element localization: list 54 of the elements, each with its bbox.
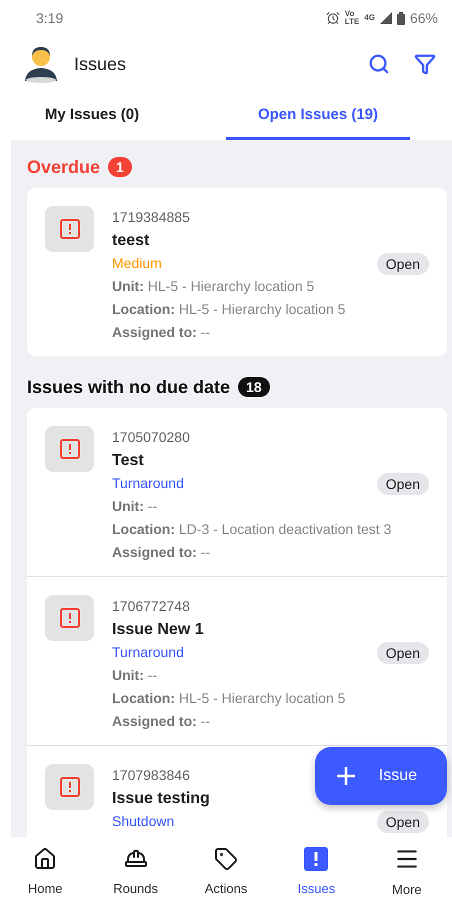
status-badge: Open bbox=[376, 472, 429, 494]
tag-icon bbox=[214, 846, 238, 870]
issue-title: teest bbox=[112, 231, 150, 251]
nav-item[interactable]: More bbox=[362, 837, 452, 905]
count-badge: 1 bbox=[108, 157, 132, 177]
issue-category: Turnaround bbox=[112, 474, 184, 493]
nav-item[interactable]: Issues bbox=[271, 837, 362, 905]
issue-detail: Unit: -- bbox=[112, 666, 158, 685]
signal-icon bbox=[380, 12, 392, 24]
issue-detail: Location: HL-5 - Hierarchy location 5 bbox=[112, 300, 346, 319]
status-time: 3:19 bbox=[36, 10, 64, 26]
issue-detail: Unit: HL-5 - Hierarchy location 5 bbox=[112, 277, 314, 296]
issue-detail: Location: LD-3 - Location deactivation test 3 bbox=[112, 520, 392, 539]
issue-category: Turnaround bbox=[112, 643, 184, 662]
nav-item[interactable]: Actions bbox=[180, 837, 272, 905]
add-issue-button[interactable]: Issue bbox=[315, 747, 447, 805]
plus-icon bbox=[337, 767, 355, 785]
alert-icon bbox=[60, 439, 80, 459]
issue-category: Medium bbox=[112, 254, 162, 273]
issue-title: Test bbox=[112, 451, 144, 471]
status-badge: Open bbox=[376, 252, 429, 274]
network-type: 4G bbox=[364, 14, 375, 22]
issue-detail: Assigned to: -- bbox=[112, 323, 210, 342]
alert-icon bbox=[304, 846, 328, 870]
alert-icon bbox=[60, 608, 80, 628]
issue-detail: Assigned to: -- bbox=[112, 712, 210, 731]
issue-title: Issue New 1 bbox=[112, 620, 204, 640]
alarm-icon bbox=[326, 11, 340, 25]
issue-detail: Location: HL-5 - Hierarchy location 5 bbox=[112, 689, 346, 708]
issue-id: 1705070280 bbox=[112, 428, 190, 447]
section-title: Issues with no due date bbox=[27, 376, 230, 398]
network-label: LTE bbox=[344, 18, 360, 26]
status-badge: Open bbox=[376, 642, 429, 664]
issue-id: 1719384885 bbox=[112, 208, 190, 227]
alert-icon bbox=[60, 777, 80, 797]
battery-level: 66% bbox=[410, 10, 438, 26]
section-title: Overdue bbox=[27, 156, 100, 178]
tab[interactable]: My Issues (0) bbox=[0, 92, 184, 140]
count-badge: 18 bbox=[238, 377, 270, 397]
home-icon bbox=[33, 846, 58, 870]
issue-detail: Unit: -- bbox=[112, 497, 158, 516]
status-badge: Open bbox=[376, 810, 429, 832]
issue-category: Shutdown bbox=[112, 812, 174, 831]
network-label: Vo bbox=[344, 10, 356, 18]
issue-title: Issue testing bbox=[112, 789, 210, 809]
page-title: Issues bbox=[74, 54, 128, 74]
nav-item[interactable]: Home bbox=[0, 837, 90, 905]
alert-icon bbox=[60, 219, 80, 239]
issue-id: 1706772748 bbox=[112, 597, 190, 616]
issue-id: 1707983846 bbox=[112, 766, 190, 785]
issue-detail: Assigned to: -- bbox=[112, 543, 210, 562]
nav-item[interactable]: Rounds bbox=[90, 837, 181, 905]
avatar-icon bbox=[24, 45, 58, 83]
battery-icon bbox=[396, 12, 405, 24]
